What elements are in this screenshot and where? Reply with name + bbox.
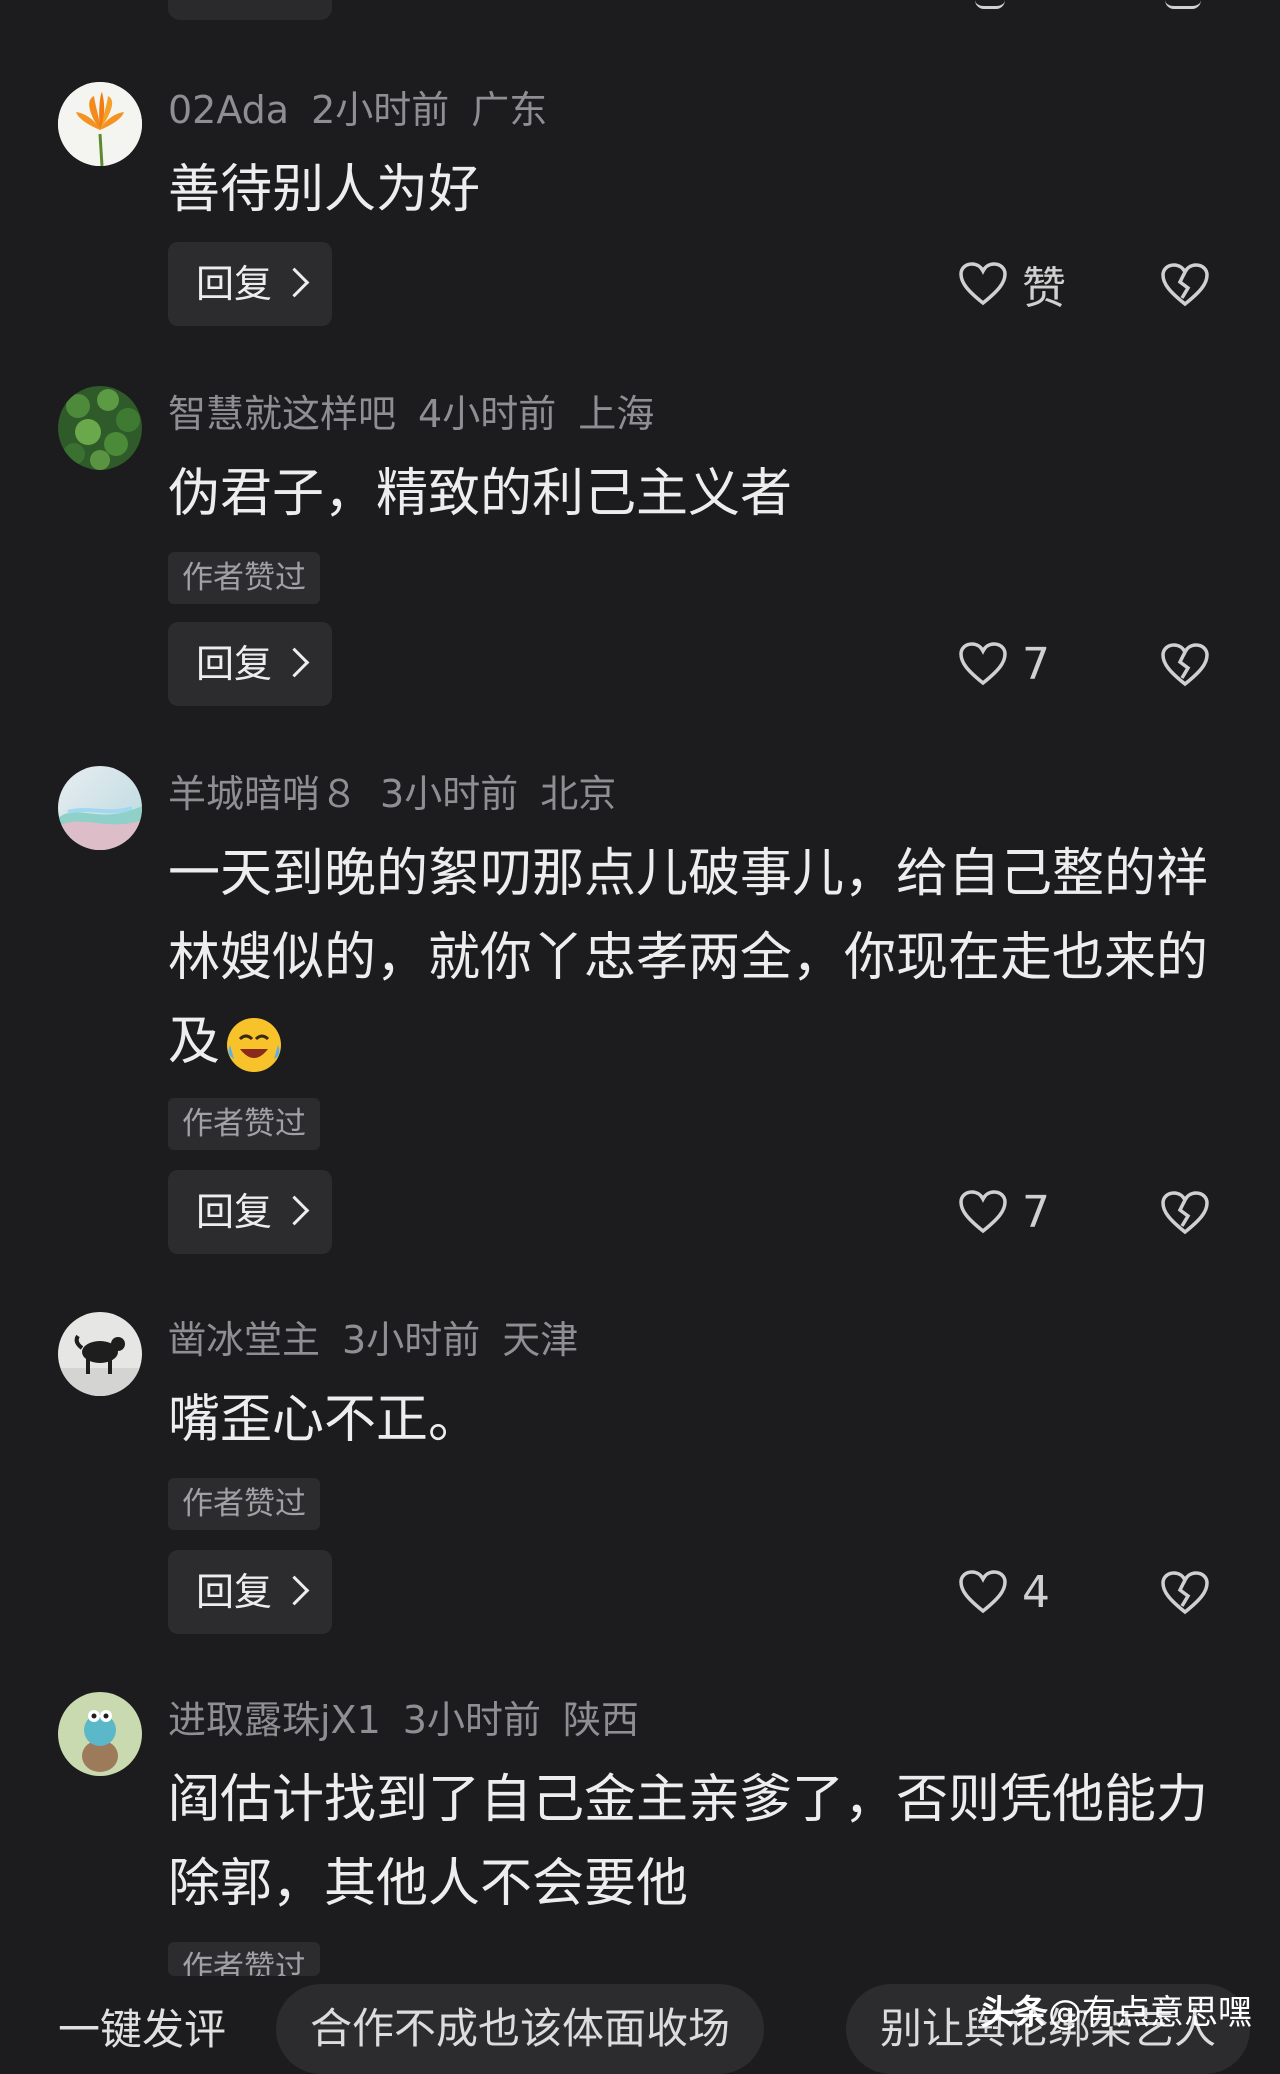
region: 北京 [540,772,617,816]
author-liked-badge: 作者赞过 [168,1478,320,1530]
heart-icon [959,642,1007,686]
region: 天津 [502,1318,579,1362]
leaves-avatar-image [58,386,142,470]
like-count: 7 [1022,1186,1050,1238]
comment-text: 阎估计找到了自己金主亲爹了，否则凭他能力除郭，其他人不会要他 [168,1770,1209,1914]
previous-dislike-icon-partial[interactable] [1165,0,1201,9]
reply-button[interactable]: 回复 [168,1550,332,1634]
timestamp: 3小时前 [402,1698,541,1742]
broken-heart-icon[interactable] [1160,262,1210,308]
reply-button[interactable]: 回复 [168,622,332,706]
timestamp: 4小时前 [418,392,557,436]
avatar[interactable] [58,82,142,166]
comment-meta: 智慧就这样吧 4小时前 上海 [168,388,676,440]
flower-avatar-image [58,82,142,166]
comment-meta: 凿冰堂主 3小时前 天津 [168,1314,600,1366]
broken-heart-icon[interactable] [1160,1190,1210,1236]
laughing-crying-emoji-icon [224,1015,284,1075]
author-liked-badge: 作者赞过 [168,1942,320,1976]
comment-text-content: 一天到晚的絮叨那点儿破事儿，给自己整的祥林嫂似的，就你丫忠孝两全，你现在走也来的… [168,844,1209,1072]
reply-label: 回复 [196,642,273,686]
timestamp: 3小时前 [342,1318,481,1362]
heart-icon [959,1570,1007,1614]
like-button[interactable]: 赞 [958,242,1066,326]
reply-button[interactable]: 回复 [168,1170,332,1254]
avatar[interactable] [58,386,142,470]
watermark-brand: 头条 [980,1993,1048,2033]
previous-like-icon-partial[interactable] [975,0,1065,9]
username[interactable]: 羊城暗哨８ [168,772,358,816]
previous-reply-button-partial[interactable] [168,0,332,20]
region: 陕西 [562,1698,639,1742]
like-count: 7 [1022,638,1050,690]
like-button[interactable]: 7 [958,1170,1050,1254]
heart-icon [959,1190,1007,1234]
chevron-right-icon [279,267,310,298]
broken-heart-icon[interactable] [1160,1570,1210,1616]
comment-meta: 进取露珠jX1 3小时前 陕西 [168,1694,661,1746]
chevron-right-icon [279,647,310,678]
timestamp: 2小时前 [311,88,450,132]
reply-label: 回复 [196,1190,273,1234]
like-button[interactable]: 4 [958,1550,1050,1634]
comment-meta: 羊城暗哨８ 3小时前 北京 [168,768,638,820]
username[interactable]: 凿冰堂主 [168,1318,320,1362]
chevron-right-icon [279,1195,310,1226]
like-count: 4 [1022,1566,1050,1618]
region: 上海 [578,392,655,436]
author-liked-badge: 作者赞过 [168,552,320,604]
dog-avatar-image [58,1312,142,1396]
like-button[interactable]: 7 [958,622,1050,706]
suggestion-chip[interactable]: 合作不成也该体面收场 [276,1984,765,2074]
reply-button[interactable]: 回复 [168,242,332,326]
comment-text: 嘴歪心不正。 [168,1390,481,1450]
comment-text: 一天到晚的絮叨那点儿破事儿，给自己整的祥林嫂似的，就你丫忠孝两全，你现在走也来的… [168,832,1228,1084]
reply-label: 回复 [196,262,273,306]
cartoon-avatar-image [58,1692,142,1776]
comment-text: 伪君子，精致的利己主义者 [168,464,793,524]
like-count: 赞 [1022,263,1066,314]
avatar[interactable] [58,766,142,850]
heart-icon [959,262,1007,306]
watermark-handle: @有点意思嘿 [1048,1993,1252,2033]
broken-heart-icon[interactable] [1160,642,1210,688]
abstract-avatar-image [58,766,142,850]
region: 广东 [471,88,548,132]
avatar[interactable] [58,1312,142,1396]
username[interactable]: 智慧就这样吧 [168,392,396,436]
quick-comment-label: 一键发评 [58,2005,227,2054]
comment-meta: 02Ada 2小时前 广东 [168,84,569,136]
comment-text: 善待别人为好 [168,160,481,220]
reply-label: 回复 [196,1570,273,1614]
avatar[interactable] [58,1692,142,1776]
chevron-right-icon [279,1575,310,1606]
timestamp: 3小时前 [380,772,519,816]
username[interactable]: 进取露珠jX1 [168,1698,381,1742]
username[interactable]: 02Ada [168,88,289,132]
watermark: 头条@有点意思嘿 [980,1985,1252,2034]
author-liked-badge: 作者赞过 [168,1098,320,1150]
